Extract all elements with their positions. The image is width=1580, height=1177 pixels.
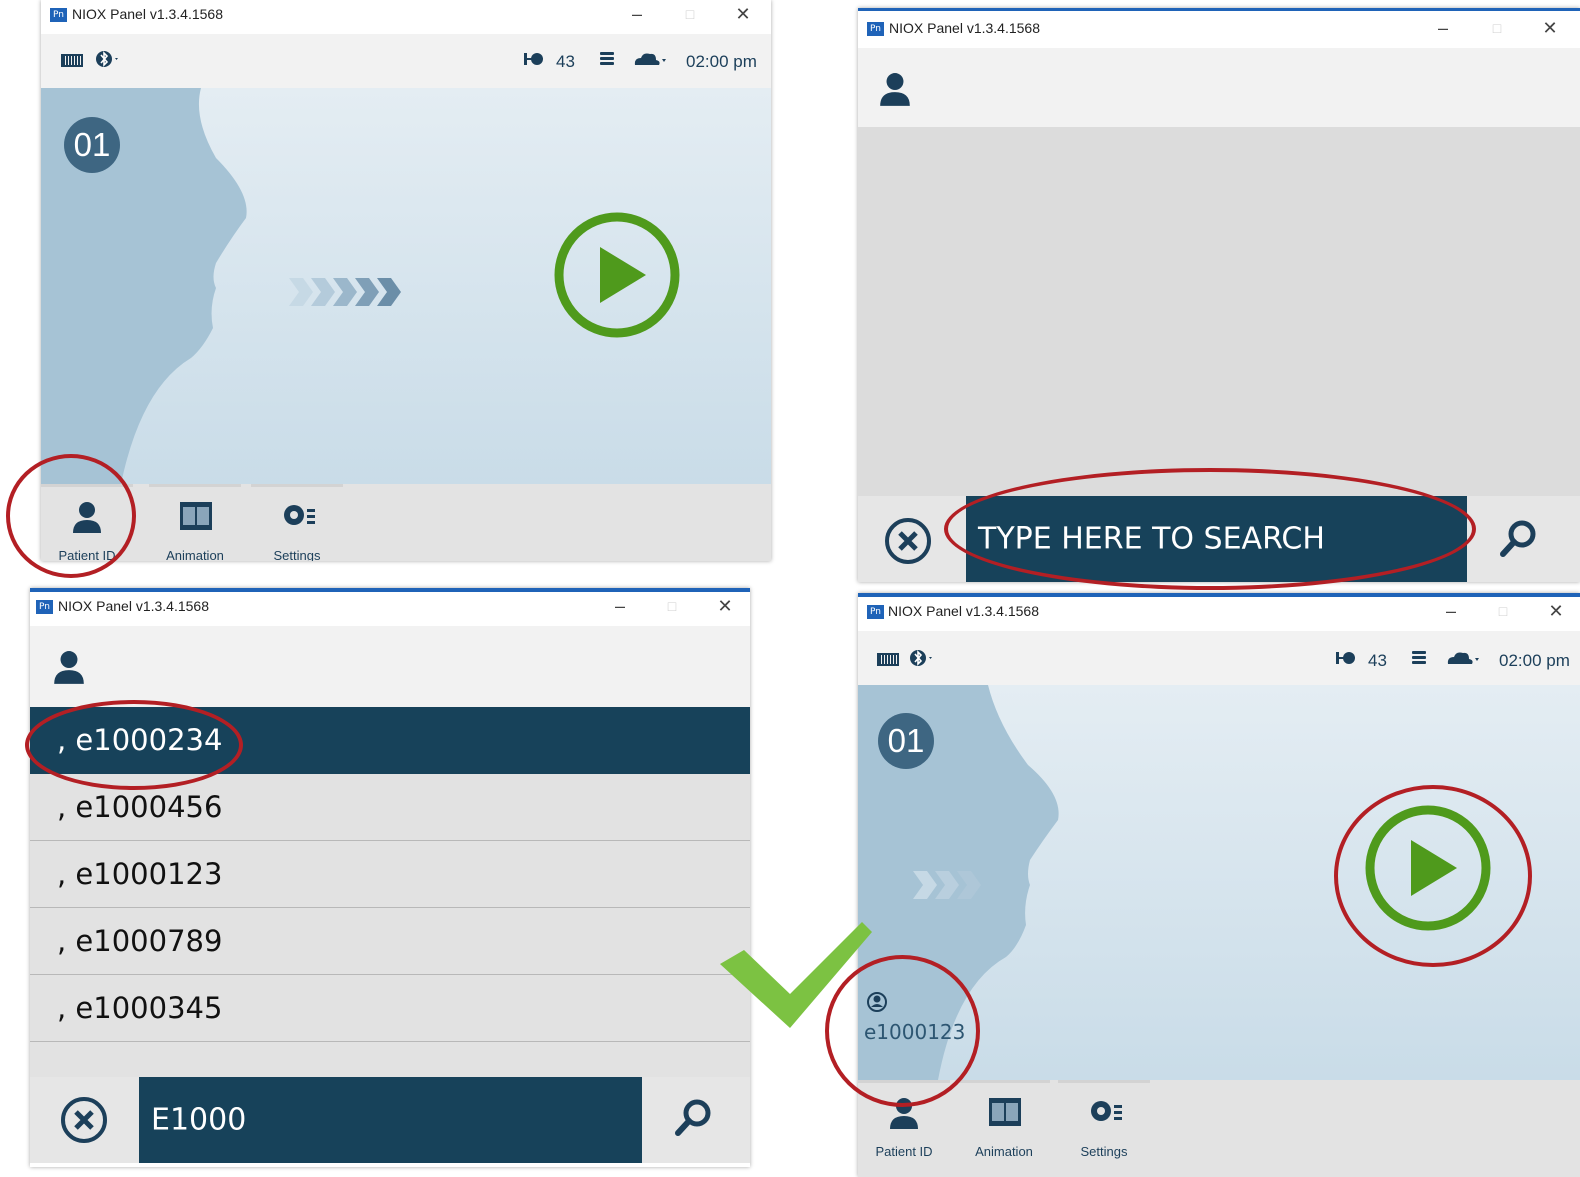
app-logo: Pn	[867, 22, 884, 36]
close-button[interactable]: ✕	[1535, 16, 1565, 40]
film-icon	[989, 1098, 1021, 1126]
measurement-area: 01	[41, 88, 771, 484]
animation-label: Animation	[975, 1144, 1033, 1159]
highlight-search-field	[944, 468, 1476, 590]
highlight-play-button	[1334, 785, 1532, 967]
title-bar: Pn NIOX Panel v1.3.4.1568 – □ ✕	[30, 592, 750, 626]
patient-result-label: , e1000345	[57, 991, 223, 1025]
close-button[interactable]: ✕	[710, 594, 740, 618]
clock: 02:00 pm	[686, 52, 757, 71]
patient-result-label: , e1000456	[57, 790, 223, 824]
battery-icon	[61, 54, 83, 67]
status-bar: 43 02:00 pm	[41, 34, 771, 89]
app-logo: Pn	[867, 605, 884, 619]
cloud-sync-icon[interactable]	[1445, 649, 1483, 667]
title-bar: Pn NIOX Panel v1.3.4.1568 – □ ✕	[858, 597, 1580, 631]
patient-result-row[interactable]: , e1000345	[30, 975, 750, 1042]
maximize-button[interactable]: □	[1482, 16, 1512, 40]
window-title: NIOX Panel v1.3.4.1568	[889, 20, 1040, 36]
patient-result-label: , e1000789	[57, 924, 223, 958]
settings-button[interactable]: Settings	[251, 484, 343, 561]
window-title: NIOX Panel v1.3.4.1568	[72, 6, 223, 22]
gear-icon	[1091, 1101, 1122, 1121]
sensor-counter: 43	[556, 52, 575, 71]
main-window-initial: Pn NIOX Panel v1.3.4.1568 – □ ✕ 43 02:00…	[41, 0, 771, 561]
search-icon[interactable]	[673, 1097, 715, 1139]
step-badge: 01	[64, 117, 120, 173]
status-bar: 43 02:00 pm	[858, 631, 1580, 686]
maximize-button[interactable]: □	[1488, 599, 1518, 623]
sensor-counter: 43	[1368, 651, 1387, 670]
minimize-button[interactable]: –	[622, 2, 652, 26]
bottom-toolbar: Patient ID Animation Settings	[41, 484, 771, 561]
highlight-patient-id-button	[6, 454, 136, 578]
minimize-button[interactable]: –	[1428, 16, 1458, 40]
search-icon[interactable]	[1498, 518, 1540, 560]
patient-result-label: , e1000123	[57, 857, 223, 891]
maximize-button[interactable]: □	[675, 2, 705, 26]
results-area	[858, 127, 1580, 496]
sensor-icon	[1336, 652, 1355, 664]
patient-header	[30, 626, 750, 707]
patient-id-label: Patient ID	[875, 1144, 933, 1159]
person-icon	[54, 651, 84, 684]
highlight-first-result	[25, 700, 243, 790]
patient-result-row[interactable]: , e1000789	[30, 908, 750, 975]
settings-label: Settings	[1080, 1144, 1128, 1159]
cloud-sync-icon[interactable]	[632, 50, 670, 68]
minimize-button[interactable]: –	[1436, 599, 1466, 623]
bottom-toolbar: Patient ID Animation Settings	[858, 1080, 1580, 1177]
close-button[interactable]: ✕	[728, 2, 758, 26]
checkmark-icon	[720, 922, 872, 1028]
search-input[interactable]: E1000	[139, 1077, 642, 1163]
person-icon	[880, 73, 910, 106]
title-bar: Pn NIOX Panel v1.3.4.1568 – □ ✕	[858, 14, 1580, 48]
maximize-button[interactable]: □	[657, 594, 687, 618]
search-query: E1000	[151, 1102, 247, 1138]
database-icon[interactable]	[600, 51, 614, 67]
gear-icon	[284, 505, 315, 525]
window-title: NIOX Panel v1.3.4.1568	[888, 603, 1039, 619]
animation-button[interactable]: Animation	[149, 484, 241, 561]
clear-search-icon[interactable]	[883, 516, 933, 566]
close-button[interactable]: ✕	[1541, 599, 1571, 623]
patient-header	[858, 48, 1580, 127]
database-icon[interactable]	[1412, 650, 1426, 666]
window-title: NIOX Panel v1.3.4.1568	[58, 598, 209, 614]
animation-button[interactable]: Animation	[958, 1080, 1050, 1161]
play-button[interactable]	[553, 211, 681, 339]
app-logo: Pn	[36, 600, 53, 614]
settings-button[interactable]: Settings	[1058, 1080, 1150, 1161]
results-empty-area	[30, 1042, 750, 1077]
sensor-icon	[524, 53, 543, 65]
clock: 02:00 pm	[1499, 651, 1570, 670]
clear-search-icon[interactable]	[59, 1095, 109, 1145]
settings-label: Settings	[273, 548, 321, 561]
step-badge: 01	[878, 713, 934, 769]
bluetooth-icon[interactable]	[909, 647, 935, 669]
search-bar: E1000	[30, 1077, 750, 1163]
animation-label: Animation	[166, 548, 224, 561]
title-bar: Pn NIOX Panel v1.3.4.1568 – □ ✕	[41, 0, 771, 34]
app-logo: Pn	[50, 8, 67, 22]
minimize-button[interactable]: –	[605, 594, 635, 618]
bluetooth-icon[interactable]	[95, 48, 121, 70]
battery-icon	[877, 653, 899, 666]
film-icon	[180, 502, 212, 530]
results-window: Pn NIOX Panel v1.3.4.1568 – □ ✕ , e10002…	[30, 588, 750, 1167]
patient-result-row[interactable]: , e1000123	[30, 841, 750, 908]
